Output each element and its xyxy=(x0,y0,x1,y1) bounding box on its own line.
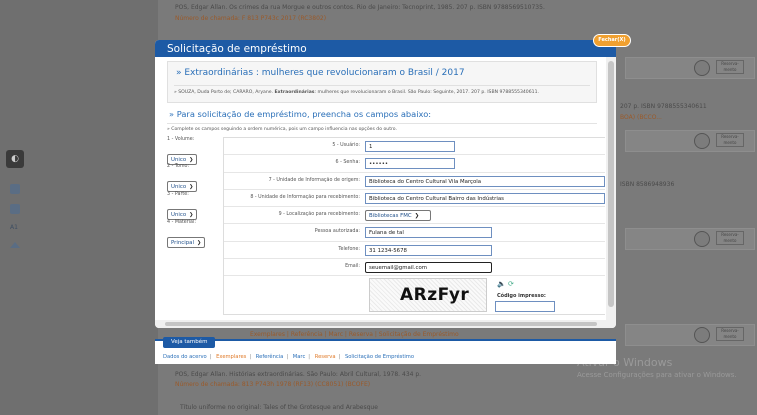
comment-icon xyxy=(694,327,710,343)
request-fields: 5 - Usuário: 1 6 - Senha: •••••• 7 - Uni… xyxy=(223,137,605,316)
receiving-unit-row: 8 - Unidade de Informação para recebimen… xyxy=(224,190,605,208)
phone-row: Telefone: 31 1234-5678 xyxy=(224,242,605,260)
home-icon[interactable] xyxy=(10,204,20,214)
comment-icon xyxy=(694,231,710,247)
password-row: 6 - Senha: •••••• xyxy=(224,155,605,173)
user-input[interactable]: 1 xyxy=(365,141,455,152)
bg-text-line: 207 p. ISBN 9788555340611 xyxy=(620,103,707,110)
bg-text-line: POS, Edgar Allan. Histórias extraordinár… xyxy=(175,371,422,378)
receiving-unit-label: 8 - Unidade de Informação para recebimen… xyxy=(250,194,360,200)
font-icon[interactable] xyxy=(10,184,20,194)
user-row: 5 - Usuário: 1 xyxy=(224,138,605,156)
material-select[interactable]: Principal ❯ xyxy=(167,237,206,248)
form-title: » Para solicitação de empréstimo, preenc… xyxy=(167,109,597,124)
book-info: » Extraordinárias : mulheres que revoluc… xyxy=(167,61,597,103)
origin-unit-input[interactable]: Biblioteca do Centro Cultural Vila Março… xyxy=(365,175,605,187)
form-note: » Complete os campos seguindo a ordem nu… xyxy=(167,127,397,132)
modal-content: » Extraordinárias : mulheres que revoluc… xyxy=(155,57,605,320)
horizontal-scrollbar[interactable] xyxy=(155,320,616,328)
link-solicitacao-emprestimo[interactable]: Solicitação de Empréstimo xyxy=(345,354,414,360)
chevron-down-icon: ❯ xyxy=(414,213,420,220)
link-marc[interactable]: Marc xyxy=(293,354,306,360)
book-title: » Extraordinárias : mulheres que revoluc… xyxy=(174,66,590,86)
see-also-links: Dados do acervo | Exemplares | Referência |… xyxy=(163,354,415,360)
bg-text-line: BOA) (BCCO... xyxy=(620,114,662,121)
captcha-image: ARzFyr xyxy=(369,278,487,313)
email-label: Email: xyxy=(345,264,360,270)
tome-select[interactable]: Unico ❯ xyxy=(167,181,198,192)
origin-unit-label: 7 - Unidade de Informação de origem: xyxy=(268,177,360,183)
captcha-row: ARzFyr 🔈 ⟳ Código impresso: xyxy=(224,276,605,314)
modal-title: Solicitação de empréstimo xyxy=(155,40,616,57)
bg-text-line: Título uniforme no original: Tales of th… xyxy=(180,404,378,411)
reserve-button: Reserva- mento xyxy=(716,231,744,245)
phone-input[interactable]: 31 1234-5678 xyxy=(365,244,492,256)
bg-text-line: Exemplares | Referência | Marc | Reserva… xyxy=(250,331,459,338)
captcha: ARzFyr 🔈 ⟳ Código impresso: xyxy=(369,278,569,314)
location-select[interactable]: Bibliotecas FMC ❯ xyxy=(365,210,431,222)
chevron-down-icon: ❯ xyxy=(189,212,194,218)
comment-icon xyxy=(694,60,710,76)
receiving-unit-input[interactable]: Biblioteca do Centro Cultural Bairro das… xyxy=(365,192,605,204)
chevron-down-icon: ❯ xyxy=(189,184,194,190)
email-input[interactable]: seuemail@gmail.com xyxy=(365,262,492,274)
authorized-person-input[interactable]: Fulana de tal xyxy=(365,227,492,239)
authorized-person-label: Pessoa autorizada: xyxy=(314,229,360,235)
link-exemplares[interactable]: Exemplares xyxy=(216,354,246,360)
email-row: Email: seuemail@gmail.com xyxy=(224,259,605,277)
accessibility-rail: ◐ A1 xyxy=(0,150,28,260)
origin-unit-row: 7 - Unidade de Informação de origem: Bib… xyxy=(224,173,605,190)
up-arrow-icon[interactable] xyxy=(10,242,20,248)
close-button[interactable]: Fechar(X) xyxy=(593,34,631,47)
comment-icon xyxy=(694,133,710,149)
book-reference: » SOUZA, Duda Porto de; CARARO, Aryane. … xyxy=(174,90,539,95)
material-label: 4 - Material: xyxy=(167,220,196,225)
loan-form: 1 - Volume: Unico ❯ 2 - Tomo: Unico ❯ 3 - … xyxy=(167,137,605,316)
location-row: 9 - Localização para recebimento: Biblio… xyxy=(224,207,605,225)
phone-label: Telefone: xyxy=(338,246,360,252)
bg-call-number: Número de chamada: 813 P743h 1978 (RF13)… xyxy=(175,381,371,388)
bg-text-line: ISBN 8586948936 xyxy=(620,181,675,188)
see-also-panel: Veja também Dados do acervo | Exemplares |… xyxy=(155,337,616,364)
link-reserva[interactable]: Reserva xyxy=(315,354,336,360)
link-dados-acervo[interactable]: Dados do acervo xyxy=(163,354,207,360)
audio-icon[interactable]: 🔈 xyxy=(497,280,506,288)
loan-request-modal: Solicitação de empréstimo » Extraordinár… xyxy=(155,40,616,328)
part-label: 3 - Parte: xyxy=(167,192,189,197)
text-size-icon[interactable]: A1 xyxy=(10,224,18,231)
part-select[interactable]: Unico ❯ xyxy=(167,209,198,220)
volume-label: 1 - Volume: xyxy=(167,137,195,142)
refresh-icon[interactable]: ⟳ xyxy=(508,280,514,288)
reserve-button: Reserva- mento xyxy=(716,327,744,341)
link-referencia[interactable]: Referência xyxy=(256,354,284,360)
bg-call-number: Número de chamada: F 813 P743c 2017 (RC3… xyxy=(175,15,327,22)
vertical-scrollbar[interactable] xyxy=(606,57,616,320)
contrast-icon[interactable]: ◐ xyxy=(6,150,24,168)
password-input[interactable]: •••••• xyxy=(365,158,455,170)
reserve-button: Reserva- mento xyxy=(716,60,744,74)
tome-label: 2 - Tomo: xyxy=(167,164,190,169)
captcha-controls: 🔈 ⟳ xyxy=(497,280,514,288)
bg-text-line: POS, Edgar Allan. Os crimes da rua Morgu… xyxy=(175,4,545,11)
see-also-tab: Veja também xyxy=(163,337,216,348)
user-label: 5 - Usuário: xyxy=(332,143,360,148)
captcha-text: ARzFyr xyxy=(400,285,470,306)
authorized-person-row: Pessoa autorizada: Fulana de tal xyxy=(224,224,605,242)
password-label: 6 - Senha: xyxy=(335,160,360,166)
location-label: 9 - Localização para recebimento: xyxy=(278,212,360,218)
chevron-down-icon: ❯ xyxy=(196,240,202,246)
captcha-input[interactable] xyxy=(495,301,555,313)
reserve-button: Reserva- mento xyxy=(716,133,744,147)
chevron-down-icon: ❯ xyxy=(189,157,194,163)
captcha-label: Código impresso: xyxy=(497,293,546,300)
